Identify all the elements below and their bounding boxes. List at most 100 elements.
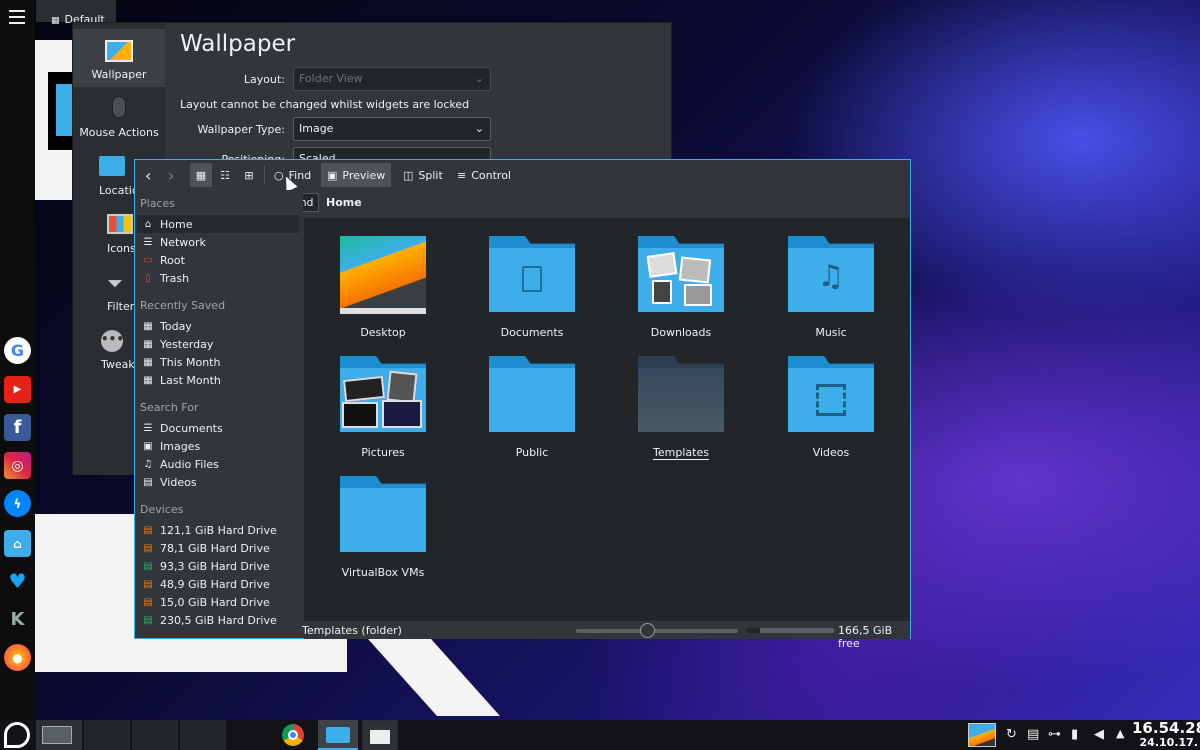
- sidebar-item-mouse-actions[interactable]: Mouse Actions: [73, 87, 165, 145]
- folder-templates[interactable]: Templates: [621, 356, 741, 471]
- recent-last-month[interactable]: ▦ Last Month: [137, 371, 299, 389]
- forward-button[interactable]: ›: [162, 163, 180, 187]
- film-icon: ▤: [143, 476, 153, 488]
- task-slot[interactable]: [36, 720, 82, 750]
- hamburger-icon: ≡: [457, 168, 467, 182]
- folder-label: Downloads: [650, 326, 712, 339]
- search-documents[interactable]: ☰ Documents: [137, 419, 299, 437]
- zoom-slider-handle[interactable]: [640, 623, 655, 638]
- kde-icon[interactable]: K: [4, 606, 31, 633]
- folder-videos[interactable]: Videos: [771, 356, 891, 471]
- templates-folder-icon: [638, 356, 724, 434]
- place-network[interactable]: ☰ Network: [137, 233, 299, 251]
- tray-expand-icon[interactable]: ▲: [1116, 727, 1124, 740]
- compact-view-button[interactable]: ☷: [214, 163, 236, 187]
- settings-tab[interactable]: ▦ Default: [36, 0, 116, 26]
- volume-icon[interactable]: ◀: [1094, 727, 1104, 742]
- battery-icon[interactable]: ▮: [1071, 727, 1078, 742]
- settings-task-button[interactable]: [362, 720, 398, 750]
- search-audio-files[interactable]: ♫ Audio Files: [137, 455, 299, 473]
- folder-label: VirtualBox VMs: [341, 566, 425, 579]
- device-drive[interactable]: ▤ 15,0 GiB Hard Drive: [137, 593, 299, 611]
- updates-icon[interactable]: ↻: [1006, 727, 1017, 742]
- place-label: Trash: [160, 271, 190, 285]
- clipboard-icon[interactable]: ▤: [1027, 727, 1039, 742]
- hard-drive-icon: ▤: [143, 560, 153, 572]
- device-drive[interactable]: ▤ 230,5 GiB Hard Drive: [137, 611, 299, 629]
- google-icon[interactable]: G: [4, 337, 31, 364]
- places-panel: Places ⌂ Home ☰ Network ▭ Root ▯ Trash Recen…: [135, 190, 303, 638]
- folder-label: Desktop: [360, 326, 406, 339]
- task-slot[interactable]: [132, 720, 178, 750]
- folder-label: Public: [515, 446, 549, 459]
- breadcrumb[interactable]: Home: [326, 196, 362, 209]
- desktop-icon: [340, 236, 426, 314]
- search-images[interactable]: ▣ Images: [137, 437, 299, 455]
- place-root[interactable]: ▭ Root: [137, 251, 299, 269]
- place-label: Yesterday: [160, 337, 214, 351]
- network-icon[interactable]: ⊶: [1048, 727, 1061, 742]
- folder-icon: [99, 156, 125, 176]
- icons-view-button[interactable]: ▦: [190, 163, 212, 187]
- sidebar-item-label: Tweak: [101, 358, 135, 371]
- twitter-icon[interactable]: ♥: [4, 567, 31, 594]
- zoom-slider[interactable]: [576, 623, 738, 638]
- home-folder-icon[interactable]: ⌂: [4, 530, 31, 557]
- folder-desktop[interactable]: Desktop: [323, 236, 443, 351]
- control-button[interactable]: ≡ Control: [451, 163, 517, 187]
- search-videos[interactable]: ▤ Videos: [137, 473, 299, 491]
- folder-pictures[interactable]: Pictures: [323, 356, 443, 471]
- device-drive[interactable]: ▤ 93,3 GiB Hard Drive: [137, 557, 299, 575]
- sidebar-item-label: Wallpaper: [91, 68, 147, 81]
- firefox-icon[interactable]: ●: [4, 644, 31, 671]
- youtube-icon[interactable]: ▶: [4, 376, 31, 403]
- hard-drive-icon: ▤: [143, 524, 153, 536]
- place-home[interactable]: ⌂ Home: [137, 215, 299, 233]
- place-trash[interactable]: ▯ Trash: [137, 269, 299, 287]
- recent-yesterday[interactable]: ▦ Yesterday: [137, 335, 299, 353]
- folder-documents[interactable]: Documents: [472, 236, 592, 351]
- recent-this-month[interactable]: ▦ This Month: [137, 353, 299, 371]
- folder-label: Music: [815, 326, 847, 339]
- folder-downloads[interactable]: Downloads: [621, 236, 741, 351]
- recent-today[interactable]: ▦ Today: [137, 317, 299, 335]
- back-button[interactable]: ‹: [139, 163, 157, 187]
- clock[interactable]: 16.54.28 24.10.17.: [1132, 720, 1200, 749]
- device-drive[interactable]: ▤ 121,1 GiB Hard Drive: [137, 521, 299, 539]
- tweak-icon: •••: [101, 330, 124, 352]
- place-label: 230,5 GiB Hard Drive: [160, 613, 277, 627]
- folder-music[interactable]: ♫ Music: [771, 236, 891, 351]
- wallpaper-thumbnail-icon[interactable]: [968, 723, 996, 747]
- place-label: Root: [160, 253, 185, 267]
- folder-label: Templates: [653, 446, 709, 460]
- facebook-icon[interactable]: f: [4, 414, 31, 441]
- sidebar-item-wallpaper[interactable]: Wallpaper: [73, 29, 165, 87]
- folder-public[interactable]: Public: [472, 356, 592, 471]
- layout-select[interactable]: Folder View ⌄: [293, 67, 491, 91]
- page-title: Wallpaper: [180, 31, 296, 57]
- chevron-down-icon: ⌄: [474, 122, 484, 135]
- back-arrow-icon: ‹: [145, 165, 152, 185]
- device-drive[interactable]: ▤ 48,9 GiB Hard Drive: [137, 575, 299, 593]
- place-label: Documents: [160, 421, 223, 435]
- preview-button[interactable]: ▣ Preview: [321, 163, 392, 187]
- filter-icon: ⏷: [107, 271, 123, 295]
- start-menu-icon[interactable]: [4, 722, 30, 748]
- wallpaper-type-value: Image: [299, 122, 334, 135]
- details-view-button[interactable]: ⊞: [238, 163, 260, 187]
- task-slot[interactable]: [180, 720, 226, 750]
- menu-icon[interactable]: [9, 10, 25, 24]
- hard-drive-icon: ▤: [143, 614, 153, 626]
- task-slot[interactable]: [84, 720, 130, 750]
- chrome-icon[interactable]: [282, 724, 304, 746]
- messenger-icon[interactable]: ϟ: [4, 490, 31, 517]
- instagram-icon[interactable]: ◎: [4, 452, 31, 479]
- split-button[interactable]: ◫ Split: [397, 163, 449, 187]
- device-drive[interactable]: ▤ 78,1 GiB Hard Drive: [137, 539, 299, 557]
- folder-virtualbox-vms[interactable]: VirtualBox VMs: [323, 476, 443, 591]
- wallpaper-type-select[interactable]: Image ⌄: [293, 117, 491, 141]
- dolphin-task-button[interactable]: [318, 720, 358, 750]
- music-folder-icon: ♫: [788, 236, 874, 314]
- image-icon: ▣: [143, 440, 153, 452]
- file-icon-view: Desktop Documents Downloads ♫ Music Pict…: [304, 218, 910, 621]
